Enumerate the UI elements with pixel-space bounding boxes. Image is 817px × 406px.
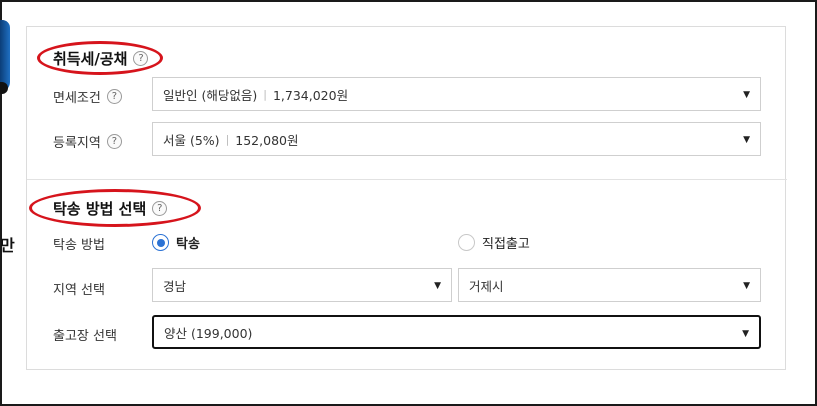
acquisition-title: 취득세/공채: [53, 50, 128, 68]
radio-checked-icon: [152, 234, 169, 251]
region-amount: 152,080원: [235, 132, 299, 148]
delivery-title: 탁송 방법 선택: [53, 200, 147, 218]
chevron-down-icon: ▼: [743, 90, 750, 100]
help-icon[interactable]: ?: [106, 134, 122, 149]
delivery-method-label: 탁송 방법: [53, 238, 105, 253]
help-icon[interactable]: ?: [133, 51, 149, 66]
radio-delivery[interactable]: 탁송: [152, 233, 200, 252]
chevron-down-icon: ▼: [742, 329, 749, 339]
section-title-acquisition: 취득세/공채 ?: [53, 48, 149, 69]
city-value: 거제시: [469, 278, 504, 294]
chevron-down-icon: ▼: [434, 281, 441, 291]
help-icon[interactable]: ?: [152, 201, 168, 216]
help-icon[interactable]: ?: [106, 89, 122, 104]
chevron-down-icon: ▼: [743, 135, 750, 145]
exemption-select[interactable]: 일반인 (해당없음) | 1,734,020원 ▼: [152, 77, 761, 111]
exemption-value: 일반인 (해당없음): [163, 87, 258, 103]
center-value: 양산 (199,000): [164, 325, 253, 341]
exemption-amount: 1,734,020원: [272, 87, 349, 103]
radio-unchecked-icon: [458, 234, 475, 251]
region-select-label: 지역 선택: [53, 283, 105, 298]
city-select[interactable]: 거제시 ▼: [458, 268, 761, 302]
province-select[interactable]: 경남 ▼: [152, 268, 452, 302]
radio-label: 탁송: [176, 237, 200, 252]
divider: |: [263, 87, 267, 101]
options-panel: 취득세/공채 ? 면세조건 ? 일반인 (해당없음) | 1,734,020원 …: [26, 26, 787, 370]
left-edge-text: 만: [0, 236, 15, 255]
registration-region-select[interactable]: 서울 (5%) | 152,080원 ▼: [152, 122, 761, 156]
radio-label: 직접출고: [482, 237, 530, 252]
divider: |: [225, 132, 230, 146]
exemption-label: 면세조건 ?: [53, 87, 122, 106]
delivery-center-select[interactable]: 양산 (199,000) ▼: [152, 315, 761, 349]
car-image: [0, 20, 10, 94]
section-divider: [27, 179, 787, 180]
region-value: 서울 (5%): [163, 132, 220, 148]
chevron-down-icon: ▼: [743, 281, 750, 291]
province-value: 경남: [163, 278, 187, 294]
region-label: 등록지역 ?: [53, 132, 122, 151]
radio-direct-pickup[interactable]: 직접출고: [458, 233, 530, 252]
center-select-label: 출고장 선택: [53, 329, 117, 344]
section-title-delivery: 탁송 방법 선택 ?: [53, 198, 168, 219]
